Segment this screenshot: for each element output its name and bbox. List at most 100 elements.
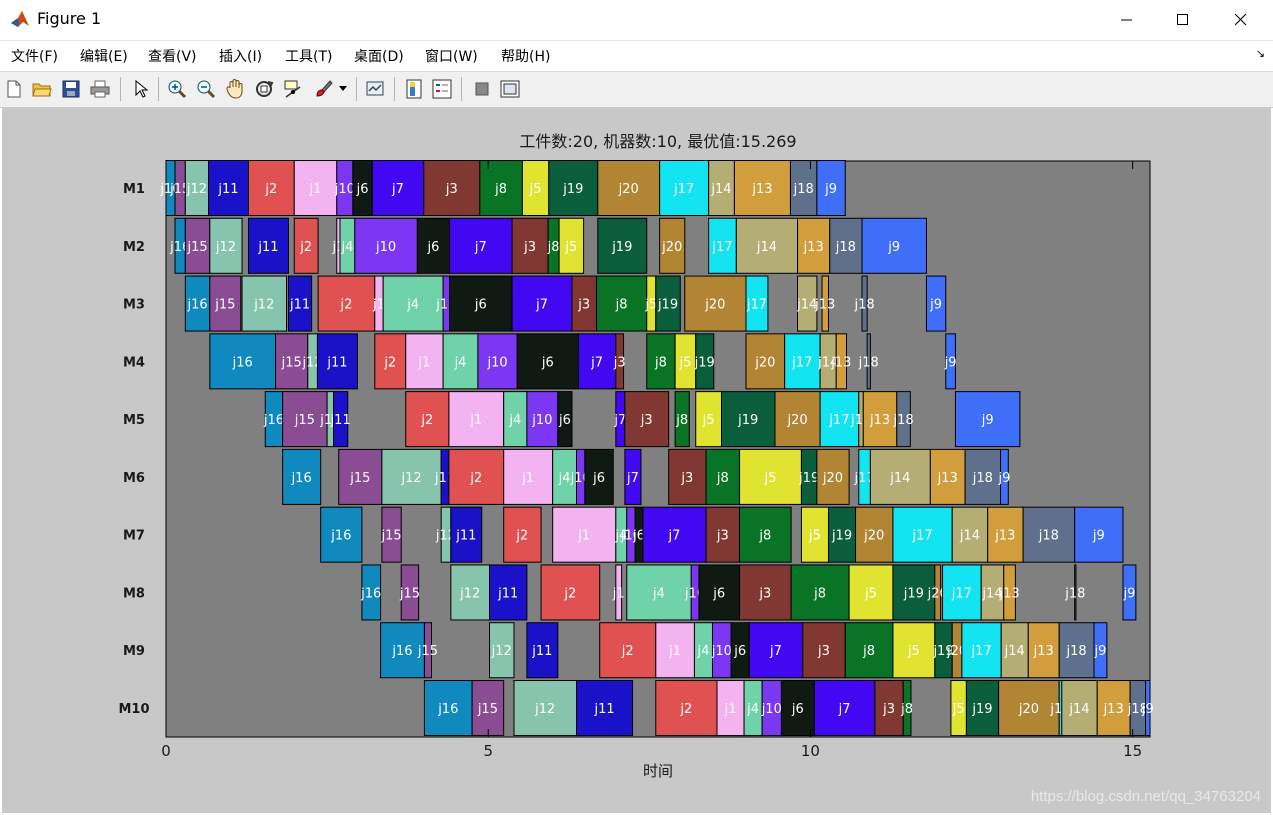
gantt-bar-label: j9 [1093,644,1106,659]
gantt-bar-label: j9 [1141,702,1154,717]
gantt-bar-label: j20 [704,298,725,313]
link-plot-icon [366,81,384,96]
gantt-bar-label: j5 [907,644,920,659]
menu-help[interactable]: 帮助(H) [501,46,550,66]
gantt-bar-label: j19 [611,240,632,255]
new-figure-button[interactable] [3,78,25,100]
figure-toolbar [0,71,1273,108]
zoom-in-icon [168,80,187,99]
gantt-bar-label: j11 [593,702,614,717]
brush-button[interactable] [312,78,334,100]
pan-button[interactable] [224,78,246,100]
matlab-logo-icon [11,11,29,27]
menu-edit[interactable]: 编辑(E) [80,46,128,66]
x-tick-label: 15 [1123,742,1142,760]
edit-plot-button[interactable] [130,78,152,100]
show-plot-tools-button[interactable] [499,78,521,100]
open-folder-icon [32,83,52,97]
close-button[interactable] [1213,0,1269,40]
menu-window[interactable]: 窗口(W) [425,46,478,66]
gantt-bar-label: j4 [697,644,710,659]
y-axis-ticks: M1 M2 M3 M4 M5 M6 M7 M8 M9 M10 [118,182,149,717]
gantt-bar-label: j20 [618,182,639,197]
gantt-bar-label: j18 [1064,586,1085,601]
insert-colorbar-button[interactable] [403,78,425,100]
gantt-chart: 工件数:20, 机器数:10, 最优值:15.269 时间 j16j15j12 j… [118,132,1154,780]
gantt-bar-label: j3 [640,413,653,428]
gantt-bar-label: j13 [1103,702,1124,717]
gantt-bar-label: j6 [474,298,487,313]
gantt-bar-label: j19 [903,586,924,601]
gantt-bar-label: j20 [786,413,807,428]
printer-icon [90,80,110,98]
gantt-bar-label: j3 [523,240,536,255]
gantt-bar-label: j13 [803,240,824,255]
gantt-bar-label: j15 [417,644,438,659]
gantt-bar-label: j4 [652,586,665,601]
chart-title: 工件数:20, 机器数:10, 最优值:15.269 [519,132,796,151]
zoom-out-button[interactable] [195,78,217,100]
maximize-button[interactable] [1155,0,1211,40]
gantt-bar-label: j16 [360,586,381,601]
gantt-bar-label: j11 [217,182,238,197]
gantt-bar-label: j10 [334,182,355,197]
menu-desktop[interactable]: 桌面(D) [354,46,404,66]
gantt-bar-label: j19 [657,298,678,313]
menu-insert[interactable]: 插入(I) [219,46,262,66]
gantt-bar-label: j14 [1004,644,1025,659]
gantt-bar-label: j18 [853,298,874,313]
toolbar-separator [356,77,357,101]
gantt-bar-label: j7 [590,355,603,370]
y-tick-label: M5 [123,413,145,428]
gantt-bar-label: j6 [426,240,439,255]
gantt-bar-label: j19 [971,702,992,717]
gantt-bar-label: j8 [547,240,560,255]
gantt-bar-label: j15 [380,529,401,544]
gantt-bar-label: j8 [615,298,628,313]
link-plot-button[interactable] [364,78,386,100]
menu-file[interactable]: 文件(F) [11,46,58,66]
brush-icon [316,80,333,97]
gantt-bar-label: j5 [808,529,821,544]
gantt-bar-label: j11 [455,529,476,544]
gantt-bar-label: j10 [375,240,396,255]
hide-plot-tools-button[interactable] [471,78,493,100]
y-tick-label: M10 [118,702,149,717]
insert-legend-button[interactable] [431,78,453,100]
gantt-bar-label: j11 [531,644,552,659]
open-file-button[interactable] [31,78,53,100]
menu-tools[interactable]: 工具(T) [285,46,332,66]
save-figure-button[interactable] [60,78,82,100]
gantt-bar-label: j6 [791,702,804,717]
gantt-bar-label: j2 [515,529,528,544]
gantt-bar-label: j8 [654,355,667,370]
gantt-bar-label: j3 [817,644,830,659]
rotate-3d-button[interactable] [253,78,275,100]
gantt-bar-label: j19 [694,355,715,370]
gantt-bar-label: j6 [592,471,605,486]
gantt-bar-label: j2 [264,182,277,197]
gantt-bar-label: j1 [612,586,625,601]
figure-canvas: 工件数:20, 机器数:10, 最优值:15.269 时间 j16 j15 j12 j… [2,107,1271,813]
gantt-bar-label: j17 [673,182,694,197]
dock-arrow-icon[interactable]: ↘ [1256,47,1265,60]
gantt-bar-label: j6 [356,182,369,197]
gantt-bar-label: j10 [531,413,552,428]
gantt-bar-label: j3 [680,471,693,486]
watermark: https://blog.csdn.net/qq_34763204 [1030,788,1261,805]
gantt-bar-label: j15 [294,413,315,428]
gantt-bar-label: j5 [952,702,965,717]
menu-view[interactable]: 查看(V) [148,46,197,66]
gantt-bar-label: j2 [621,644,634,659]
minimize-button[interactable] [1099,0,1155,40]
gantt-bar-label: j16 [291,471,312,486]
print-figure-button[interactable] [89,78,111,100]
gantt-bar-label: j8 [813,586,826,601]
gantt-bar-label: j7 [535,298,548,313]
gantt-bar-label: j9 [887,240,900,255]
gantt-bar-label: j2 [420,413,433,428]
brush-dropdown-button[interactable] [336,78,350,100]
zoom-in-button[interactable] [166,78,188,100]
data-cursor-button[interactable] [282,78,304,100]
gantt-bar-label: j4 [508,413,521,428]
